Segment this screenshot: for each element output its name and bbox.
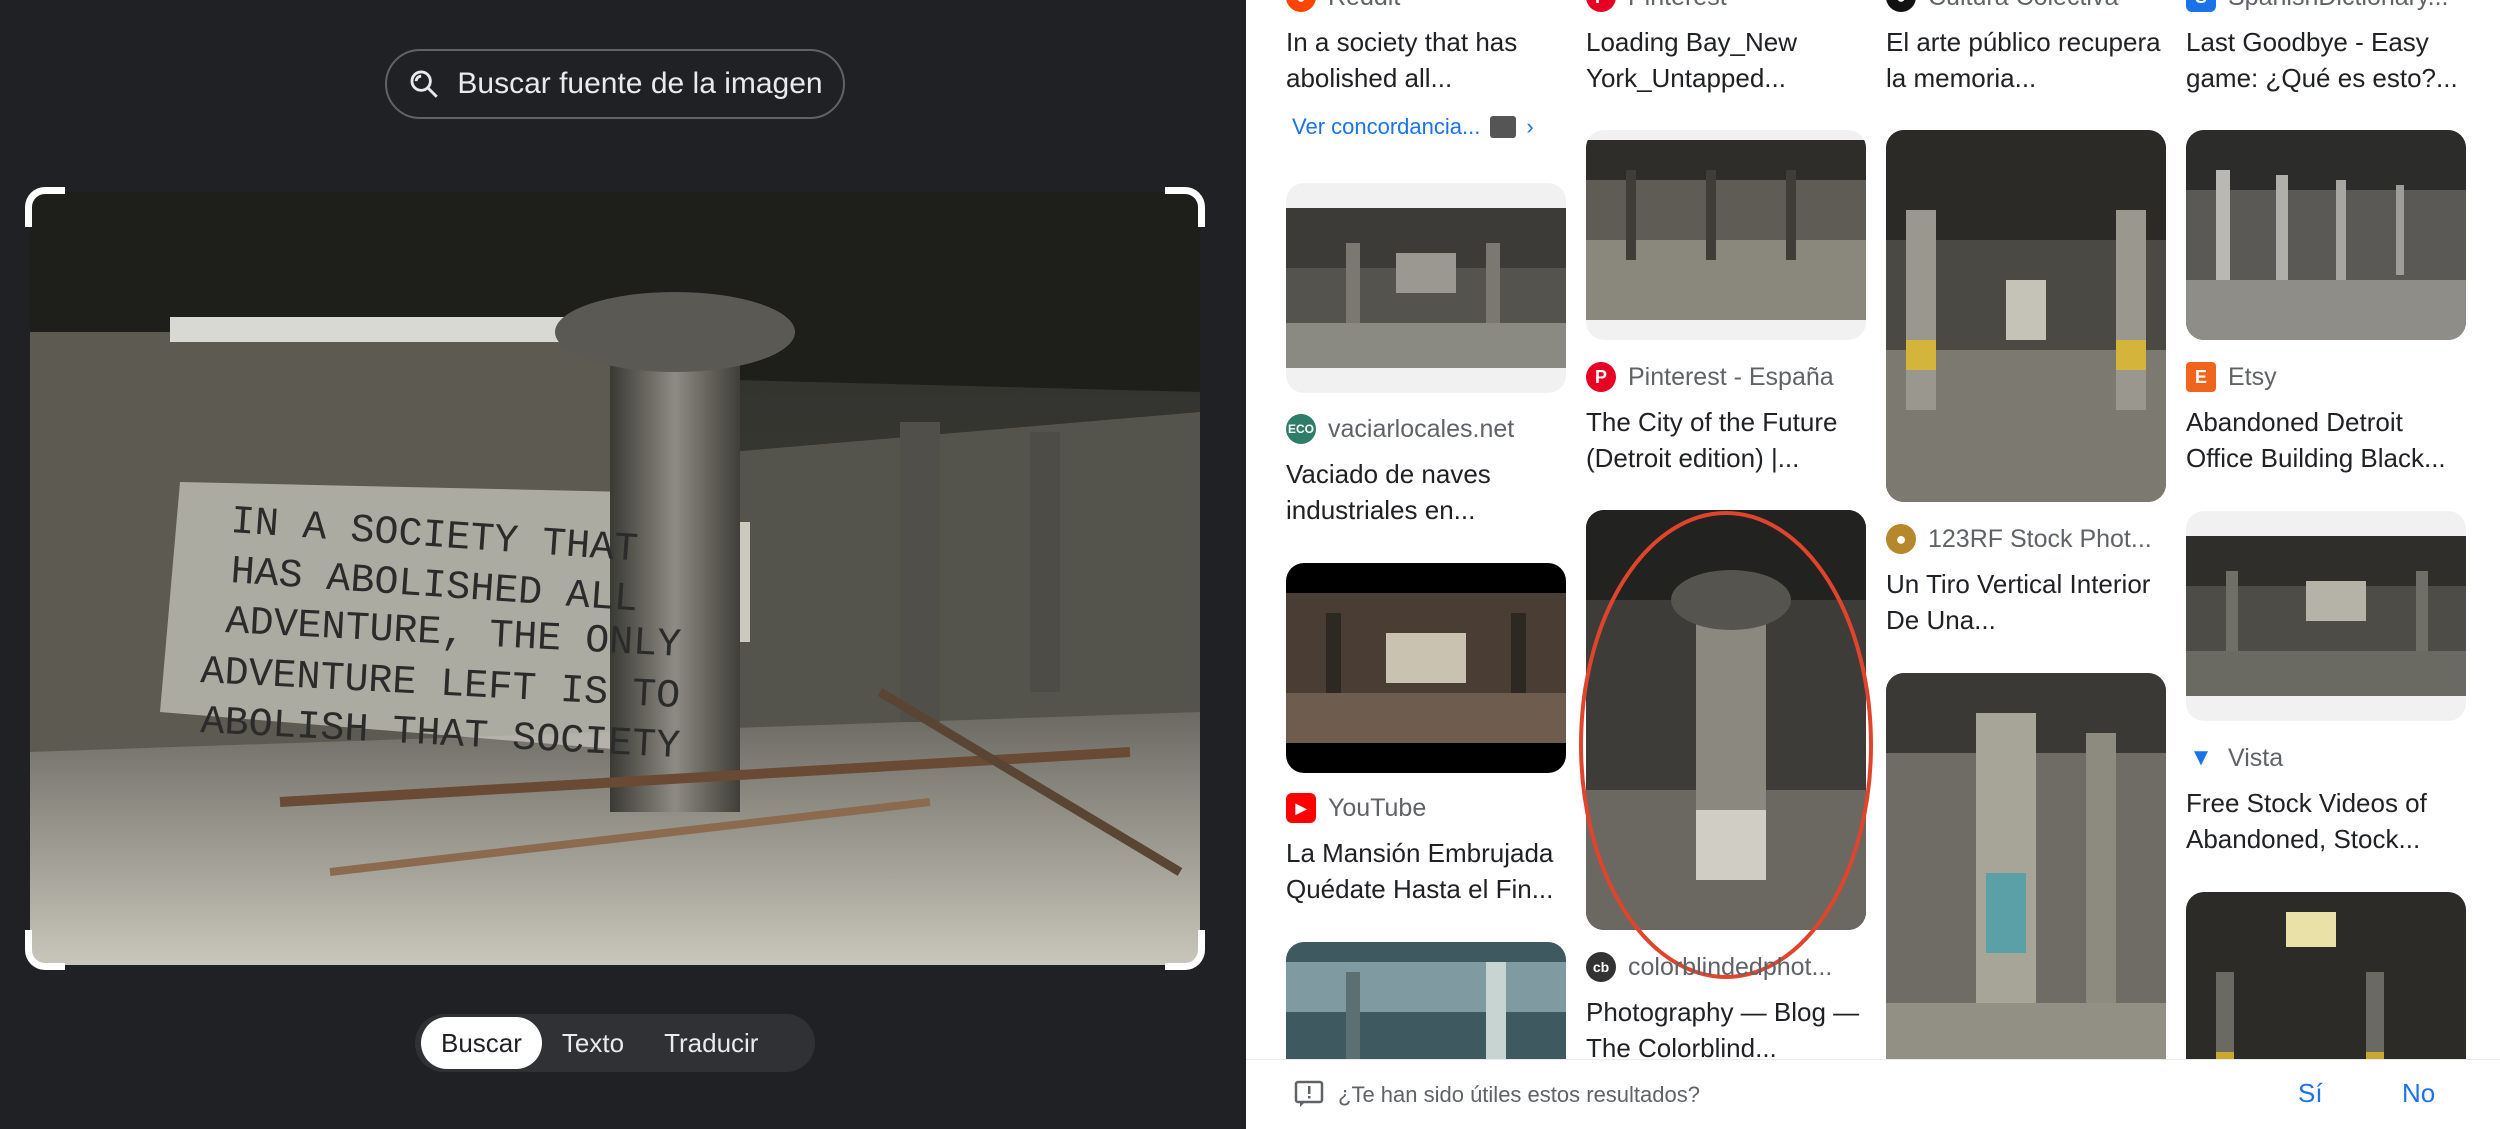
result-source: P Pinterest	[1586, 0, 1866, 12]
result-source: S SpanishDictionary...	[2186, 0, 2466, 12]
pinterest-icon: P	[1586, 0, 1616, 12]
crop-handle-bottom-right[interactable]	[1165, 930, 1205, 970]
chevron-right-icon: ›	[1526, 114, 1534, 139]
result-title[interactable]: El arte público recupera la memoria...	[1886, 24, 2166, 96]
result-title[interactable]: In a society that has abolished all...	[1286, 24, 1566, 96]
feedback-yes-button[interactable]: Sí	[2298, 1078, 2323, 1109]
result-source: ● Cultura Colectiva	[1886, 0, 2166, 12]
result-source: ● 123RF Stock Phot...	[1886, 524, 2166, 554]
result-title[interactable]: Vaciado de naves industriales en...	[1286, 456, 1566, 528]
image-pane: Buscar fuente de la imagen IN A SOCIETY …	[0, 0, 1246, 1129]
123rf-icon: ●	[1886, 524, 1916, 554]
result-image[interactable]	[2186, 130, 2466, 340]
mode-switcher: Buscar Texto Traducir	[415, 1014, 815, 1072]
mode-text-tab[interactable]: Texto	[542, 1017, 644, 1069]
result-image[interactable]	[1286, 563, 1566, 773]
red-annotation-circle	[1579, 511, 1873, 979]
result-source: ▶ YouTube	[1286, 793, 1566, 823]
result-image[interactable]	[1586, 130, 1866, 340]
result-image[interactable]	[1886, 673, 2166, 1093]
result-title[interactable]: Loading Bay_New York_Untapped...	[1586, 24, 1866, 96]
match-thumbnail	[1490, 116, 1517, 138]
result-source: E Etsy	[2186, 362, 2466, 392]
result-source: ▼ Vista	[2186, 743, 2466, 773]
result-image[interactable]	[1286, 183, 1566, 393]
result-title[interactable]: La Mansión Embrujada Quédate Hasta el Fi…	[1286, 835, 1566, 907]
cultura-icon: ●	[1886, 0, 1916, 12]
spanishdict-icon: S	[2186, 0, 2216, 12]
see-matches-link[interactable]: Ver concordancia... ›	[1292, 114, 1534, 140]
crop-handle-bottom-left[interactable]	[25, 930, 65, 970]
feedback-icon	[1294, 1080, 1324, 1107]
mode-translate-tab[interactable]: Traducir	[644, 1017, 778, 1069]
lens-search-icon	[410, 70, 439, 98]
cb-icon: cb	[1586, 952, 1616, 982]
eco-icon: ECO	[1286, 414, 1316, 444]
result-image[interactable]	[2186, 511, 2466, 721]
etsy-icon: E	[2186, 362, 2216, 392]
result-title[interactable]: The City of the Future (Detroit edition)…	[1586, 404, 1866, 476]
result-source: ● Reddit	[1286, 0, 1566, 12]
feedback-no-button[interactable]: No	[2402, 1078, 2435, 1109]
find-image-source-button[interactable]: Buscar fuente de la imagen	[385, 49, 845, 119]
result-source: P Pinterest - España	[1586, 362, 1866, 392]
crop-handle-top-right[interactable]	[1165, 187, 1205, 227]
find-image-source-label: Buscar fuente de la imagen	[457, 67, 823, 100]
query-image[interactable]: IN A SOCIETY THAT HAS ABOLISHED ALL ADVE…	[30, 192, 1200, 965]
crop-handle-top-left[interactable]	[25, 187, 65, 227]
result-source: cb colorblindedphot...	[1586, 952, 1866, 982]
feedback-question: ¿Te han sido útiles estos resultados?	[1338, 1082, 1700, 1107]
lens-page: Buscar fuente de la imagen IN A SOCIETY …	[0, 0, 2500, 1129]
feedback-bar: ¿Te han sido útiles estos resultados? Sí…	[1246, 1059, 2500, 1129]
pinterest-icon: P	[1586, 362, 1616, 392]
results-pane: ● Reddit In a society that has abolished…	[1246, 0, 2500, 1129]
vista-icon: ▼	[2189, 744, 2213, 771]
result-source: ECO vaciarlocales.net	[1286, 414, 1515, 444]
result-title[interactable]: Last Goodbye - Easy game: ¿Qué es esto?.…	[2186, 24, 2466, 96]
youtube-icon: ▶	[1286, 793, 1316, 823]
mode-search-tab[interactable]: Buscar	[421, 1017, 542, 1069]
abandoned-building-photo: IN A SOCIETY THAT HAS ABOLISHED ALL ADVE…	[30, 192, 1200, 965]
result-title[interactable]: Photography — Blog — The Colorblind...	[1586, 994, 1866, 1066]
result-title[interactable]: Free Stock Videos of Abandoned, Stock...	[2186, 785, 2466, 857]
reddit-icon: ●	[1286, 0, 1316, 12]
result-title[interactable]: Un Tiro Vertical Interior De Una...	[1886, 566, 2166, 638]
result-image[interactable]	[1886, 130, 2166, 502]
result-title[interactable]: Abandoned Detroit Office Building Black.…	[2186, 404, 2466, 476]
